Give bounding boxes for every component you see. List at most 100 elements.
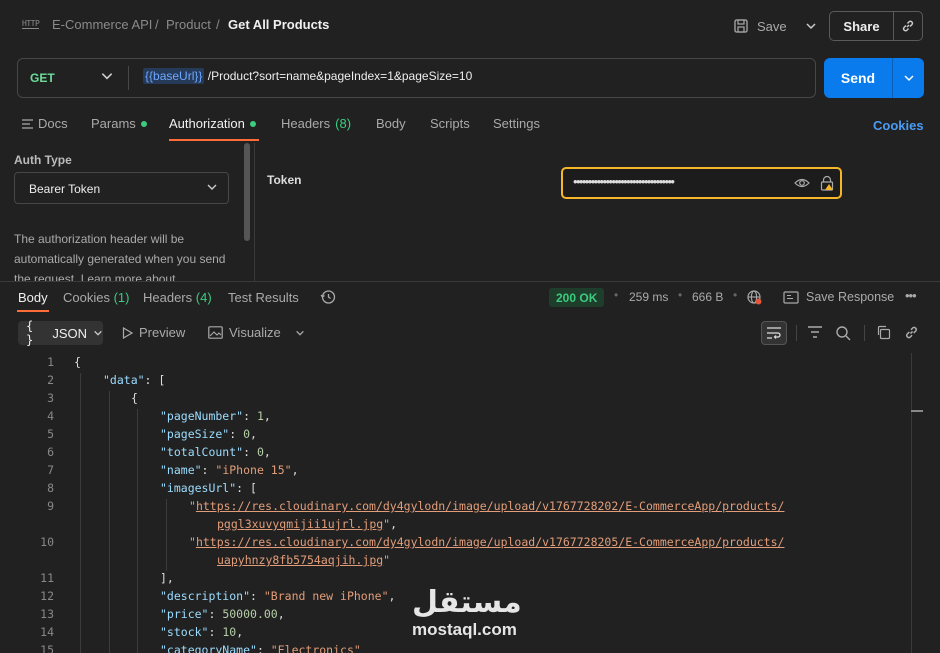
scrollbar[interactable] (244, 143, 250, 241)
breadcrumb-request[interactable]: Get All Products (228, 17, 329, 32)
tab-body[interactable]: Body (376, 116, 406, 131)
eye-icon[interactable] (794, 176, 810, 190)
save-button[interactable]: Save (733, 11, 817, 41)
code-line: "description": "Brand new iPhone", (160, 589, 396, 603)
format-select[interactable]: { } JSON (18, 319, 103, 347)
token-input[interactable]: •••••••••••••••••••••••••••••••••• (561, 167, 842, 199)
cookies-link[interactable]: Cookies (873, 118, 924, 133)
tab-settings[interactable]: Settings (493, 116, 540, 131)
scrollbar[interactable] (911, 353, 912, 653)
wrap-icon (766, 326, 782, 340)
copy-icon[interactable] (876, 325, 891, 340)
breadcrumb-folder[interactable]: Product (166, 17, 211, 32)
chevron-down-icon[interactable] (100, 69, 114, 83)
indent-guide (137, 409, 138, 653)
chevron-down-icon (206, 181, 218, 193)
headers-count-badge: (8) (335, 116, 352, 131)
tab-headers-label: Headers (281, 116, 331, 131)
divider (128, 66, 129, 90)
breadcrumb-collection[interactable]: E-Commerce API (52, 17, 152, 32)
token-label: Token (267, 173, 302, 187)
line-number: 6 (47, 445, 54, 459)
search-icon[interactable] (835, 325, 851, 341)
line-number: 9 (47, 499, 54, 513)
image-url-link[interactable]: https://res.cloudinary.com/dy4gylodn/ima… (196, 535, 785, 549)
save-response-label: Save Response (806, 290, 895, 304)
tab-headers[interactable]: Headers (8) (281, 116, 351, 131)
image-url-link[interactable]: pggl3xuvyqmijii1ujrl.jpg (217, 517, 383, 531)
response-tab-cookies[interactable]: Cookies (1) (63, 290, 129, 305)
line-number: 13 (40, 607, 54, 621)
divider (796, 325, 797, 341)
save-response-button[interactable]: Save Response (783, 290, 894, 304)
image-url-link[interactable]: https://res.cloudinary.com/dy4gylodn/ima… (196, 499, 785, 513)
separator-dot: • (614, 288, 619, 302)
share-button[interactable]: Share (829, 11, 894, 41)
url-path: /Product?sort=name&pageIndex=1&pageSize=… (207, 69, 473, 83)
tab-scripts-label: Scripts (430, 116, 470, 131)
save-label: Save (757, 18, 787, 34)
code-line: "price": 50000.00, (160, 607, 285, 621)
scrollbar-thumb[interactable] (911, 410, 923, 412)
tab-authorization-label: Authorization (169, 116, 245, 131)
line-number: 12 (40, 589, 54, 603)
filter-icon[interactable] (807, 325, 823, 339)
panel-divider[interactable] (0, 281, 940, 282)
auth-description: The authorization header will be automat… (14, 232, 226, 281)
send-options-button[interactable] (892, 58, 924, 98)
line-number: 3 (47, 391, 54, 405)
code-line: "pageSize": 0, (160, 427, 257, 441)
chevron-down-icon[interactable] (805, 20, 817, 32)
chevron-down-icon (903, 72, 915, 84)
status-badge[interactable]: 200 OK (549, 288, 605, 307)
cookies-count-badge: (1) (113, 290, 130, 305)
url-variable: {{baseUrl}} (143, 68, 205, 84)
visualize-label: Visualize (229, 325, 281, 340)
separator-dot: • (678, 288, 683, 302)
visualize-button[interactable]: Visualize (208, 325, 305, 340)
response-tab-headers[interactable]: Headers (4) (143, 290, 212, 305)
play-icon (122, 326, 133, 339)
indent-guide (166, 499, 167, 571)
line-number: 14 (40, 625, 54, 639)
http-request-icon: HTTP (22, 19, 40, 29)
network-globe-icon[interactable] (746, 289, 762, 305)
more-options-icon[interactable]: ••• (905, 288, 917, 303)
send-button[interactable]: Send (824, 58, 892, 98)
indent-guide (109, 391, 110, 653)
active-tab-indicator (17, 310, 49, 312)
response-size[interactable]: 666 B (692, 290, 723, 304)
response-time[interactable]: 259 ms (629, 290, 668, 304)
tab-scripts[interactable]: Scripts (430, 116, 470, 131)
chevron-down-icon[interactable] (295, 328, 305, 338)
tab-params[interactable]: Params (91, 116, 147, 131)
wrap-lines-button[interactable] (761, 321, 787, 345)
code-line: { (74, 355, 81, 369)
auth-type-value: Bearer Token (29, 182, 101, 196)
method-select[interactable]: GET (30, 71, 55, 85)
auth-type-select[interactable]: Bearer Token (14, 172, 229, 204)
link-icon (901, 19, 915, 33)
tab-docs[interactable]: Docs (22, 116, 68, 131)
history-icon[interactable] (320, 289, 336, 305)
lock-warning-icon (820, 175, 834, 191)
url-input[interactable]: {{baseUrl}} /Product?sort=name&pageIndex… (143, 68, 473, 84)
copy-link-button[interactable] (893, 11, 923, 41)
auth-type-label: Auth Type (14, 153, 72, 167)
code-line: "name": "iPhone 15", (160, 463, 299, 477)
preview-button[interactable]: Preview (122, 325, 185, 340)
divider (254, 143, 255, 281)
tab-authorization[interactable]: Authorization (169, 116, 256, 131)
code-line: pggl3xuvyqmijii1ujrl.jpg", (217, 517, 398, 531)
link-icon[interactable] (904, 325, 919, 340)
tab-docs-label: Docs (38, 116, 68, 131)
floppy-disk-icon (733, 18, 749, 34)
response-tab-test-results[interactable]: Test Results (228, 290, 299, 305)
response-tab-body[interactable]: Body (18, 290, 48, 305)
line-number: 4 (47, 409, 54, 423)
image-url-link[interactable]: uapyhnzy8fb5754aqjih.jpg (217, 553, 383, 567)
line-number: 8 (47, 481, 54, 495)
code-line: { (131, 391, 138, 405)
format-value: JSON (52, 325, 87, 341)
watermark-latin: mostaql.com (412, 620, 517, 639)
